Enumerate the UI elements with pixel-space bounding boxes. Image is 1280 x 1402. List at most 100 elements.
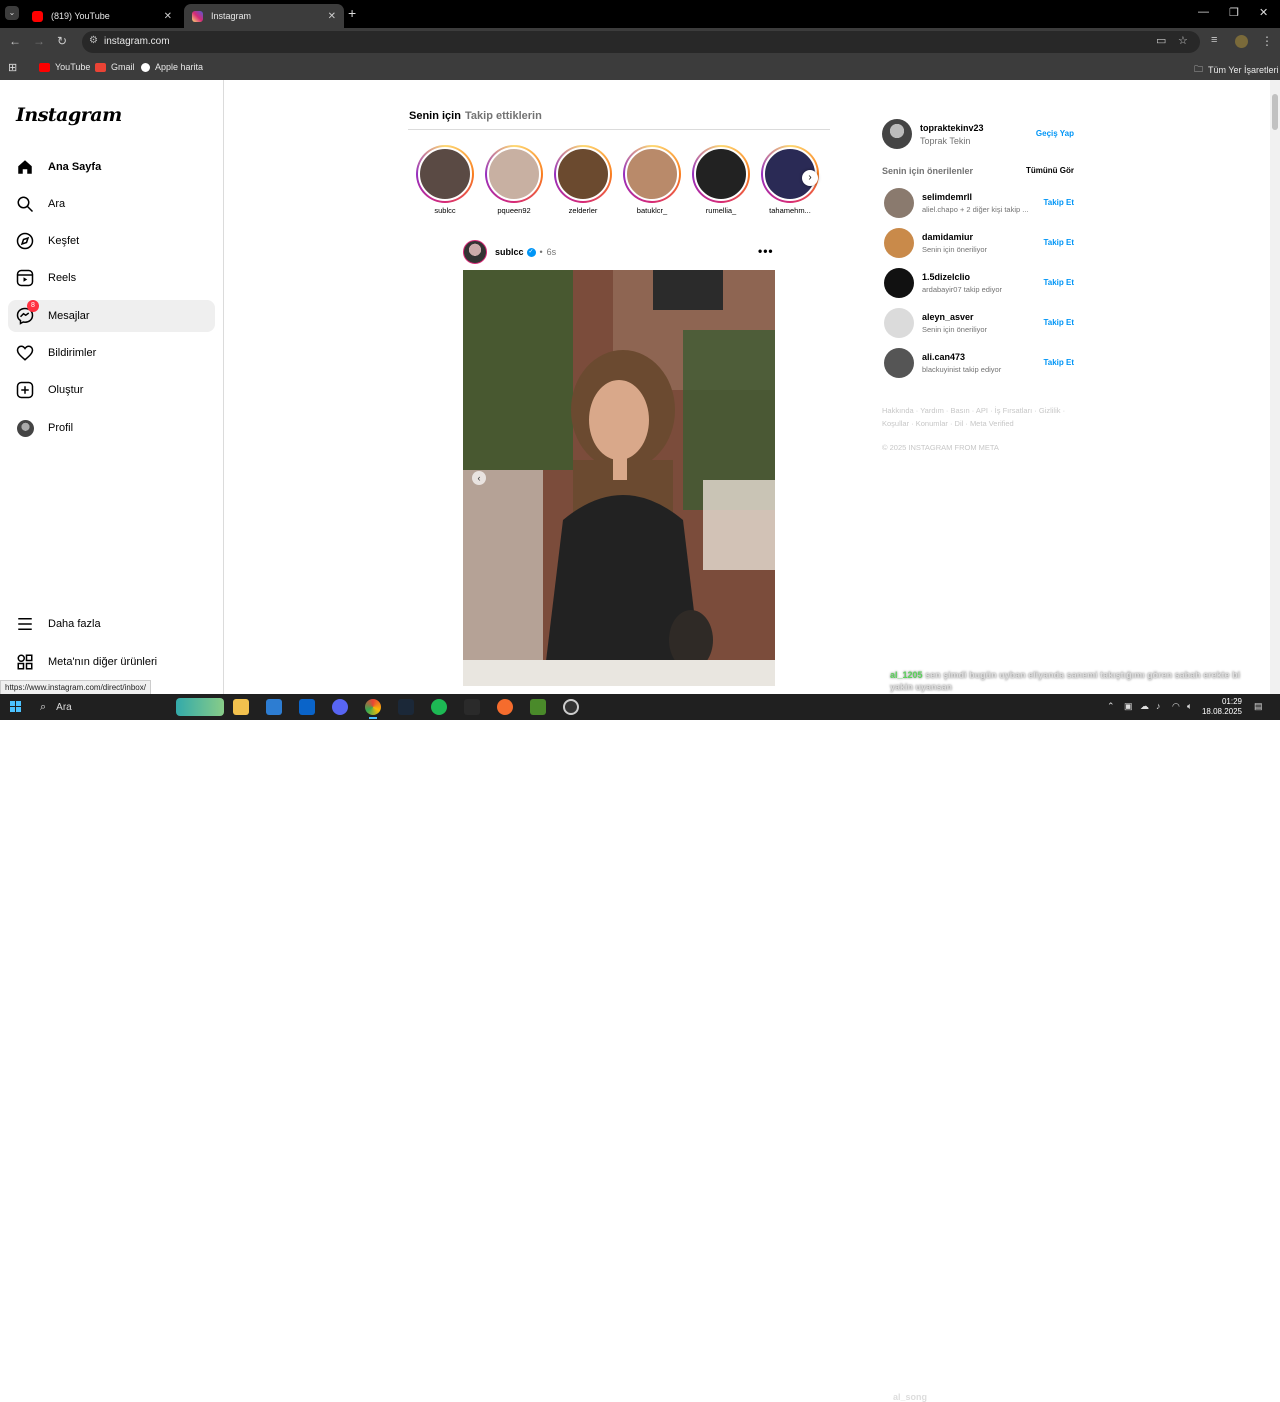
story-item[interactable]: zelderler xyxy=(552,145,614,215)
switch-account-link[interactable]: Geçiş Yap xyxy=(1036,129,1074,138)
nav-profile[interactable]: Profil xyxy=(8,412,215,444)
bookmark-apple-maps[interactable]: Apple harita xyxy=(141,62,203,72)
address-bar[interactable]: ⚙ instagram.com xyxy=(82,31,1200,53)
post-options-button[interactable]: ••• xyxy=(758,244,774,258)
menu-kebab-icon[interactable]: ⋮ xyxy=(1261,34,1273,48)
suggestion-username[interactable]: aleyn_asver xyxy=(922,312,974,322)
apps-grid-icon[interactable]: ⊞ xyxy=(8,61,17,74)
follow-button[interactable]: Takip Et xyxy=(1043,318,1074,327)
story-item[interactable]: batuklcr_ xyxy=(621,145,683,215)
minimize-icon[interactable]: — xyxy=(1198,6,1209,18)
post-time[interactable]: 6s xyxy=(547,247,557,257)
nav-search[interactable]: Ara xyxy=(8,188,215,220)
close-tab-icon[interactable]: ✕ xyxy=(328,11,336,22)
suggestion-avatar[interactable] xyxy=(884,228,914,258)
nav-notifications[interactable]: Bildirimler xyxy=(8,337,215,369)
stories-next-button[interactable]: › xyxy=(802,170,818,186)
suggestion-item: damidamiur Senin için öneriliyor Takip E… xyxy=(884,228,1074,258)
page-scrollbar[interactable] xyxy=(1270,80,1280,694)
tray-network-icon[interactable]: ☁ xyxy=(1140,701,1149,712)
post-author-avatar[interactable] xyxy=(463,240,487,264)
suggestion-username[interactable]: damidamiur xyxy=(922,232,973,242)
chrome-icon[interactable] xyxy=(365,699,381,715)
nav-home[interactable]: Ana Sayfa xyxy=(8,151,215,183)
suggestion-avatar[interactable] xyxy=(884,268,914,298)
obs-icon[interactable] xyxy=(563,699,579,715)
taskbar-clock[interactable]: 01:29 18.08.2025 xyxy=(1200,697,1242,717)
windows-start-icon[interactable] xyxy=(10,701,22,713)
tray-volume-icon[interactable]: 🔈︎ xyxy=(1187,701,1192,712)
follow-button[interactable]: Takip Et xyxy=(1043,238,1074,247)
nav-explore[interactable]: Keşfet xyxy=(8,225,215,257)
close-window-icon[interactable]: ✕ xyxy=(1259,6,1268,19)
all-bookmarks[interactable]: 🗀 Tüm Yer İşaretleri xyxy=(1194,62,1279,78)
suggestion-username[interactable]: selimdemrll xyxy=(922,192,972,202)
nav-meta-apps[interactable]: Meta'nın diğer ürünleri xyxy=(8,646,215,678)
origin-icon[interactable] xyxy=(497,699,513,715)
story-item[interactable]: pqueen92 xyxy=(483,145,545,215)
nav-label: Bildirimler xyxy=(48,347,97,359)
tray-chevron-icon[interactable]: ⌃ xyxy=(1107,701,1115,712)
create-icon xyxy=(15,380,35,400)
media-control-icon[interactable]: ≡ xyxy=(1211,34,1217,46)
tray-app-icon[interactable]: ▣ xyxy=(1124,701,1133,712)
nav-reels[interactable]: Reels xyxy=(8,262,215,294)
footer-links[interactable]: Hakkında · Yardım · Basın · API · İş Fır… xyxy=(882,404,1072,430)
bookmark-star-icon[interactable]: ☆ xyxy=(1178,34,1188,47)
steam-icon[interactable] xyxy=(398,699,414,715)
tray-wifi-icon[interactable]: ◠ xyxy=(1172,701,1180,712)
outlook-icon[interactable] xyxy=(299,699,315,715)
taskbar-search[interactable]: ⌕ Ara xyxy=(32,694,224,720)
nav-more[interactable]: Daha fazla xyxy=(8,608,215,640)
notifications-icon[interactable]: ▤ xyxy=(1254,701,1263,712)
suggestion-username[interactable]: ali.can473 xyxy=(922,352,965,362)
story-item[interactable]: sublcc xyxy=(414,145,476,215)
instagram-logo[interactable]: Instagram xyxy=(16,104,122,126)
reload-icon[interactable]: ↻ xyxy=(57,34,67,48)
see-all-link[interactable]: Tümünü Gör xyxy=(1026,166,1074,175)
profile-avatar[interactable] xyxy=(1235,35,1248,48)
post-author-username[interactable]: sublcc xyxy=(495,247,524,257)
minecraft-icon[interactable] xyxy=(530,699,546,715)
tab-instagram[interactable]: Instagram ✕ xyxy=(184,4,344,28)
post-photo xyxy=(463,270,775,686)
suggestion-username[interactable]: 1.5dizelclio xyxy=(922,272,970,282)
current-user-avatar[interactable] xyxy=(882,119,912,149)
current-user-username[interactable]: topraktekinv23 xyxy=(920,123,984,133)
nav-create[interactable]: Oluştur xyxy=(8,374,215,406)
scrollbar-thumb[interactable] xyxy=(1272,94,1278,130)
site-info-icon[interactable]: ⚙ xyxy=(89,35,98,46)
suggestion-avatar[interactable] xyxy=(884,188,914,218)
bookmark-gmail[interactable]: Gmail xyxy=(95,62,135,72)
suggestion-avatar[interactable] xyxy=(884,308,914,338)
forward-icon[interactable]: → xyxy=(33,34,45,48)
post-prev-button[interactable]: ‹ xyxy=(472,471,486,485)
new-tab-button[interactable]: + xyxy=(348,5,356,21)
tab-for-you[interactable]: Senin için xyxy=(409,110,461,122)
store-icon[interactable] xyxy=(266,699,282,715)
suggestion-avatar[interactable] xyxy=(884,348,914,378)
follow-button[interactable]: Takip Et xyxy=(1043,198,1074,207)
post-image[interactable] xyxy=(463,270,775,686)
discord-icon[interactable] xyxy=(332,699,348,715)
file-explorer-icon[interactable] xyxy=(233,699,249,715)
back-icon[interactable]: ← xyxy=(9,34,21,48)
tab-following[interactable]: Takip ettiklerin xyxy=(465,110,542,122)
tab-list-button[interactable]: ⌄ xyxy=(5,6,19,20)
story-username: tahamehm... xyxy=(769,206,811,215)
profile-avatar xyxy=(15,418,35,438)
messenger-icon: 8 xyxy=(15,300,39,326)
bookmark-youtube[interactable]: YouTube xyxy=(39,62,90,72)
chat-message: sen şimdi bugün uyban eliyanda sanemi ta… xyxy=(890,670,1241,692)
tray-mic-icon[interactable]: ♪ xyxy=(1156,701,1161,711)
epic-games-icon[interactable] xyxy=(464,699,480,715)
close-tab-icon[interactable]: ✕ xyxy=(164,11,172,22)
restore-icon[interactable]: ❐ xyxy=(1229,6,1239,19)
nav-messages[interactable]: 8 Mesajlar xyxy=(8,300,215,332)
follow-button[interactable]: Takip Et xyxy=(1043,358,1074,367)
follow-button[interactable]: Takip Et xyxy=(1043,278,1074,287)
install-app-icon[interactable]: ▭ xyxy=(1156,34,1166,47)
tab-youtube[interactable]: (819) YouTube ✕ xyxy=(24,4,180,28)
spotify-icon[interactable] xyxy=(431,699,447,715)
story-item[interactable]: rumellia_ xyxy=(690,145,752,215)
